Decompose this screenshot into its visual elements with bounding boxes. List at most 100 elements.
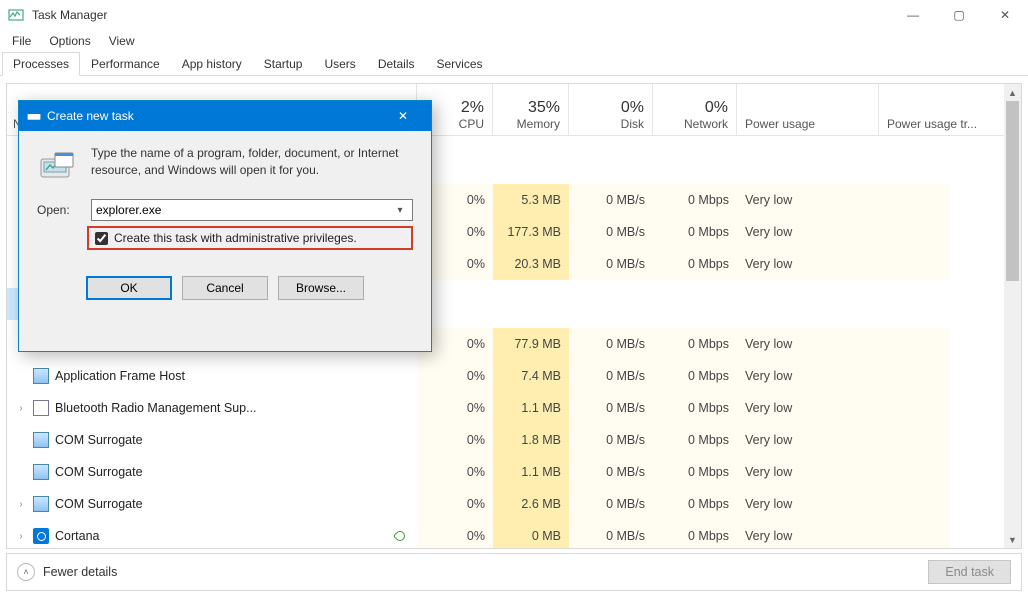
process-icon [33, 400, 49, 416]
chevron-up-icon: ˄ [17, 563, 35, 581]
cell-power-usage: Very low [737, 216, 837, 248]
process-name: COM Surrogate [55, 497, 143, 511]
cell-disk: 0 MB/s [569, 424, 653, 456]
cell-power-usage: Very low [737, 520, 837, 549]
table-row[interactable]: Application Frame Host0%7.4 MB0 MB/s0 Mb… [7, 360, 1021, 392]
maximize-button[interactable]: ▢ [936, 0, 982, 30]
column-disk[interactable]: 0%Disk [569, 84, 653, 135]
column-power-usage-trend[interactable]: Power usage tr... [879, 84, 1021, 135]
menu-options[interactable]: Options [41, 32, 98, 50]
cell-power-usage-trend [837, 216, 950, 248]
dialog-title: Create new task [47, 109, 134, 123]
cell-memory: 20.3 MB [493, 248, 569, 280]
cell-power-usage: Very low [737, 360, 837, 392]
cell-power-usage: Very low [737, 248, 837, 280]
column-memory[interactable]: 35%Memory [493, 84, 569, 135]
scroll-down-icon[interactable]: ▼ [1004, 531, 1021, 548]
cell-power-usage: Very low [737, 424, 837, 456]
close-button[interactable]: ✕ [982, 0, 1028, 30]
cell-memory: 1.1 MB [493, 456, 569, 488]
cell-power-usage-trend [837, 456, 950, 488]
cell-cpu: 0% [417, 392, 493, 424]
cell-power-usage [737, 288, 837, 320]
column-power-usage[interactable]: Power usage [737, 84, 879, 135]
expand-icon[interactable]: › [15, 499, 27, 510]
cell-power-usage: Very low [737, 328, 837, 360]
chevron-down-icon[interactable]: ▾ [392, 205, 408, 216]
cell-disk: 0 MB/s [569, 360, 653, 392]
cell-disk: 0 MB/s [569, 248, 653, 280]
expand-icon[interactable]: › [15, 403, 27, 414]
menu-view[interactable]: View [101, 32, 143, 50]
cell-memory: 5.3 MB [493, 184, 569, 216]
tab-startup[interactable]: Startup [253, 52, 314, 76]
process-icon [33, 496, 49, 512]
tab-details[interactable]: Details [367, 52, 426, 76]
cell-network: 0 Mbps [653, 456, 737, 488]
cancel-button[interactable]: Cancel [182, 276, 268, 300]
window-controls: — ▢ ✕ [890, 0, 1028, 30]
browse-button[interactable]: Browse... [278, 276, 364, 300]
tab-services[interactable]: Services [426, 52, 494, 76]
open-input[interactable] [96, 203, 392, 217]
cell-network: 0 Mbps [653, 392, 737, 424]
admin-checkbox[interactable] [95, 232, 108, 245]
cell-cpu: 0% [417, 424, 493, 456]
window-title: Task Manager [32, 8, 890, 22]
task-manager-icon [8, 7, 24, 23]
end-task-button[interactable]: End task [928, 560, 1011, 584]
scroll-up-icon[interactable]: ▲ [1004, 84, 1021, 101]
process-name: COM Surrogate [55, 433, 143, 447]
cell-disk: 0 MB/s [569, 456, 653, 488]
cell-memory: 0 MB [493, 520, 569, 549]
process-icon [33, 368, 49, 384]
dialog-description: Type the name of a program, folder, docu… [91, 145, 413, 185]
titlebar: Task Manager — ▢ ✕ [0, 0, 1028, 30]
dialog-titlebar[interactable]: Create new task ✕ [19, 101, 431, 131]
cell-cpu: 0% [417, 488, 493, 520]
dialog-close-button[interactable]: ✕ [383, 103, 423, 129]
cell-network: 0 Mbps [653, 488, 737, 520]
cell-memory: 2.6 MB [493, 488, 569, 520]
cell-disk: 0 MB/s [569, 488, 653, 520]
ok-button[interactable]: OK [86, 276, 172, 300]
cell-disk: 0 MB/s [569, 216, 653, 248]
cell-power-usage-trend [837, 248, 950, 280]
cell-memory: 77.9 MB [493, 328, 569, 360]
menu-file[interactable]: File [4, 32, 39, 50]
run-dialog-icon [27, 109, 41, 123]
cell-memory [493, 288, 569, 320]
fewer-details-button[interactable]: ˄ Fewer details [17, 563, 117, 581]
table-row[interactable]: ›COM Surrogate0%2.6 MB0 MB/s0 MbpsVery l… [7, 488, 1021, 520]
process-name: Application Frame Host [55, 369, 185, 383]
run-icon [37, 145, 77, 185]
scroll-thumb[interactable] [1006, 101, 1019, 281]
table-row[interactable]: ›Bluetooth Radio Management Sup...0%1.1 … [7, 392, 1021, 424]
tab-users[interactable]: Users [313, 52, 366, 76]
admin-privileges-row: Create this task with administrative pri… [87, 226, 413, 250]
minimize-button[interactable]: — [890, 0, 936, 30]
column-network[interactable]: 0%Network [653, 84, 737, 135]
cell-cpu: 0% [417, 360, 493, 392]
vertical-scrollbar[interactable]: ▲ ▼ [1004, 84, 1021, 548]
tab-performance[interactable]: Performance [80, 52, 171, 76]
menubar: File Options View [0, 30, 1028, 52]
cell-cpu: 0% [417, 456, 493, 488]
process-name: Cortana [55, 529, 99, 543]
table-row[interactable]: ›Cortana0%0 MB0 MB/s0 MbpsVery low [7, 520, 1021, 549]
cell-memory: 7.4 MB [493, 360, 569, 392]
expand-icon[interactable]: › [15, 531, 27, 542]
tab-processes[interactable]: Processes [2, 52, 80, 76]
table-row[interactable]: COM Surrogate0%1.8 MB0 MB/s0 MbpsVery lo… [7, 424, 1021, 456]
cell-power-usage: Very low [737, 456, 837, 488]
tab-app-history[interactable]: App history [171, 52, 253, 76]
process-name: Bluetooth Radio Management Sup... [55, 401, 257, 415]
fewer-details-label: Fewer details [43, 565, 117, 579]
cell-disk: 0 MB/s [569, 392, 653, 424]
cell-power-usage-trend [837, 360, 950, 392]
cell-network: 0 Mbps [653, 184, 737, 216]
open-combobox[interactable]: ▾ [91, 199, 413, 221]
table-row[interactable]: COM Surrogate0%1.1 MB0 MB/s0 MbpsVery lo… [7, 456, 1021, 488]
cell-network [653, 288, 737, 320]
cell-network: 0 Mbps [653, 328, 737, 360]
